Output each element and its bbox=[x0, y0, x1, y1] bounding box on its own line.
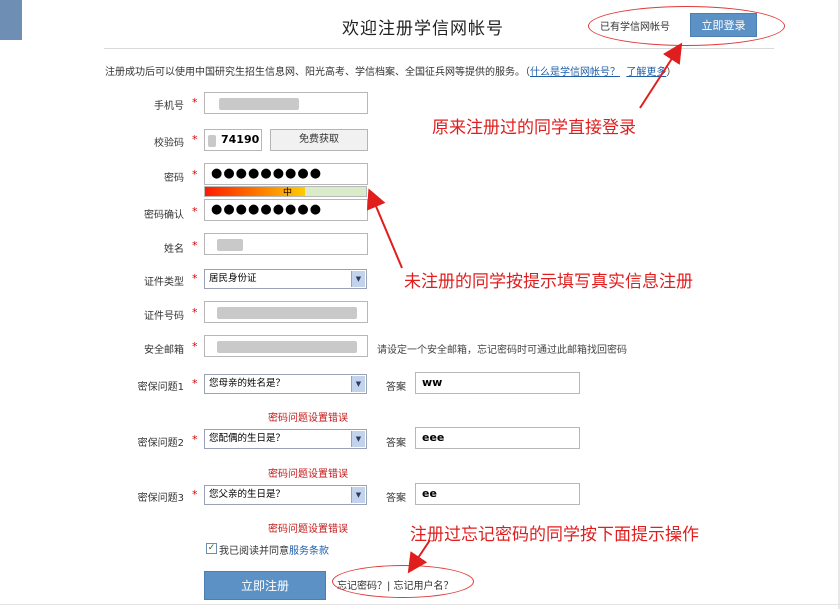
annotation-arrows bbox=[366, 42, 683, 574]
arrow-to-forgot bbox=[407, 539, 431, 574]
arrow-to-login bbox=[639, 42, 683, 109]
arrow-to-form bbox=[366, 188, 403, 269]
